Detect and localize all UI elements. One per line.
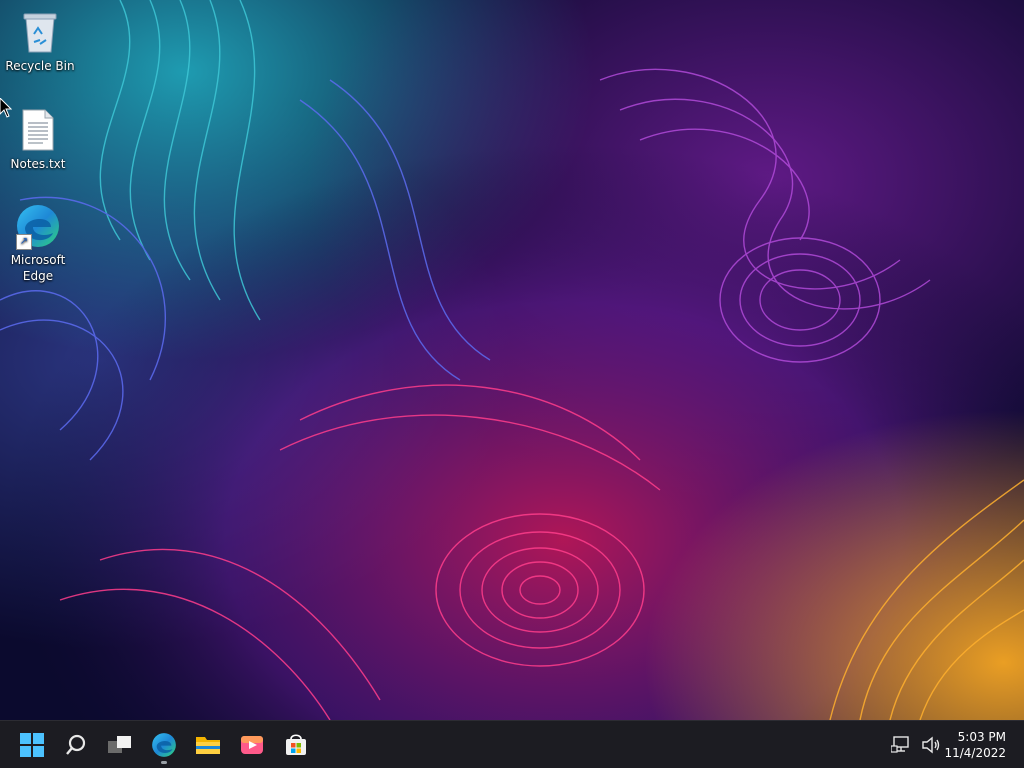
folder-icon [196, 737, 220, 754]
mouse-cursor-icon [0, 98, 12, 118]
taskbar-microsoft-store[interactable] [276, 725, 316, 765]
desktop-icon-label: Recycle Bin [5, 59, 75, 73]
volume-icon[interactable] [920, 733, 942, 757]
taskbar-media-player[interactable] [232, 725, 272, 765]
desktop-icon-recycle-bin[interactable]: Recycle Bin [2, 8, 78, 74]
shortcut-arrow-icon: ↗ [16, 234, 32, 250]
search-icon [66, 734, 86, 755]
desktop-icon-microsoft-edge[interactable]: ↗ Microsoft Edge [0, 202, 76, 284]
system-tray [890, 733, 942, 757]
media-player-icon [241, 736, 263, 754]
clock-date: 11/4/2022 [944, 746, 1006, 760]
text-file-icon [14, 106, 62, 154]
start-button[interactable] [12, 725, 52, 765]
running-indicator [161, 761, 167, 764]
taskbar-microsoft-edge[interactable] [144, 725, 184, 765]
taskbar: 5:03 PM 11/4/2022 [0, 720, 1024, 768]
windows-logo-icon [20, 733, 44, 757]
recycle-bin-icon [16, 8, 64, 56]
clock-time: 5:03 PM [957, 730, 1006, 744]
store-icon [286, 734, 306, 755]
edge-icon [152, 733, 176, 757]
taskbar-file-explorer[interactable] [188, 725, 228, 765]
task-view-button[interactable] [100, 725, 140, 765]
network-icon[interactable] [890, 733, 912, 757]
desktop-icon-label: Notes.txt [10, 157, 66, 171]
task-view-icon [108, 736, 131, 753]
edge-icon: ↗ [14, 202, 62, 250]
taskbar-clock[interactable]: 5:03 PM 11/4/2022 [944, 729, 1006, 761]
desktop-icon-label: Microsoft Edge [10, 253, 66, 283]
search-button[interactable] [56, 725, 96, 765]
desktop-wallpaper [0, 0, 1024, 720]
